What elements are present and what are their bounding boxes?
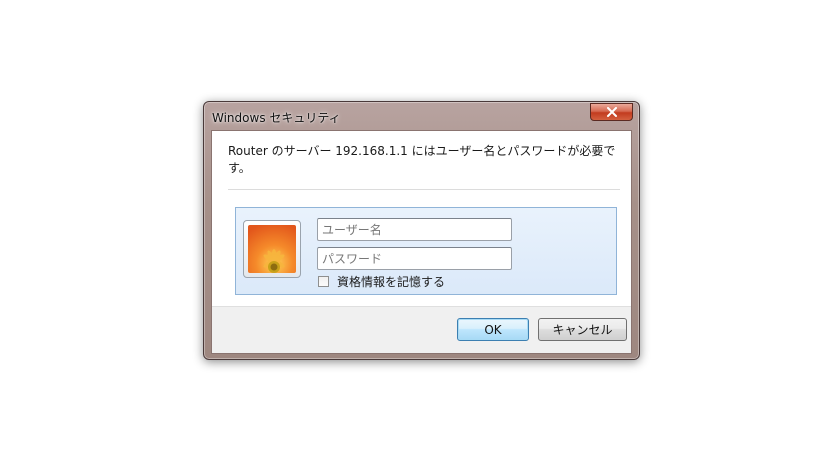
window-title: Windows セキュリティ: [212, 111, 341, 125]
close-icon: [606, 107, 617, 117]
remember-label: 資格情報を記憶する: [337, 274, 446, 289]
username-input[interactable]: [317, 218, 512, 241]
title-bar[interactable]: Windows セキュリティ: [204, 102, 639, 130]
cancel-button[interactable]: キャンセル: [538, 318, 627, 341]
user-tile: [243, 220, 301, 278]
screen: Windows セキュリティ Router のサーバー 192.168.1.1 …: [0, 0, 832, 470]
auth-message: Router のサーバー 192.168.1.1 にはユーザー名とパスワードが必…: [228, 144, 616, 175]
remember-credentials[interactable]: 資格情報を記憶する: [318, 273, 445, 289]
password-input[interactable]: [317, 247, 512, 270]
close-button[interactable]: [590, 103, 633, 121]
remember-checkbox[interactable]: [318, 275, 329, 287]
user-tile-flower-icon: [248, 225, 296, 273]
separator: [228, 189, 620, 190]
ok-button[interactable]: OK: [457, 318, 529, 341]
button-bar: OK キャンセル: [212, 306, 631, 353]
credential-panel: 資格情報を記憶する: [235, 207, 617, 295]
dialog-body: Router のサーバー 192.168.1.1 にはユーザー名とパスワードが必…: [211, 130, 632, 354]
security-dialog: Windows セキュリティ Router のサーバー 192.168.1.1 …: [203, 101, 640, 360]
